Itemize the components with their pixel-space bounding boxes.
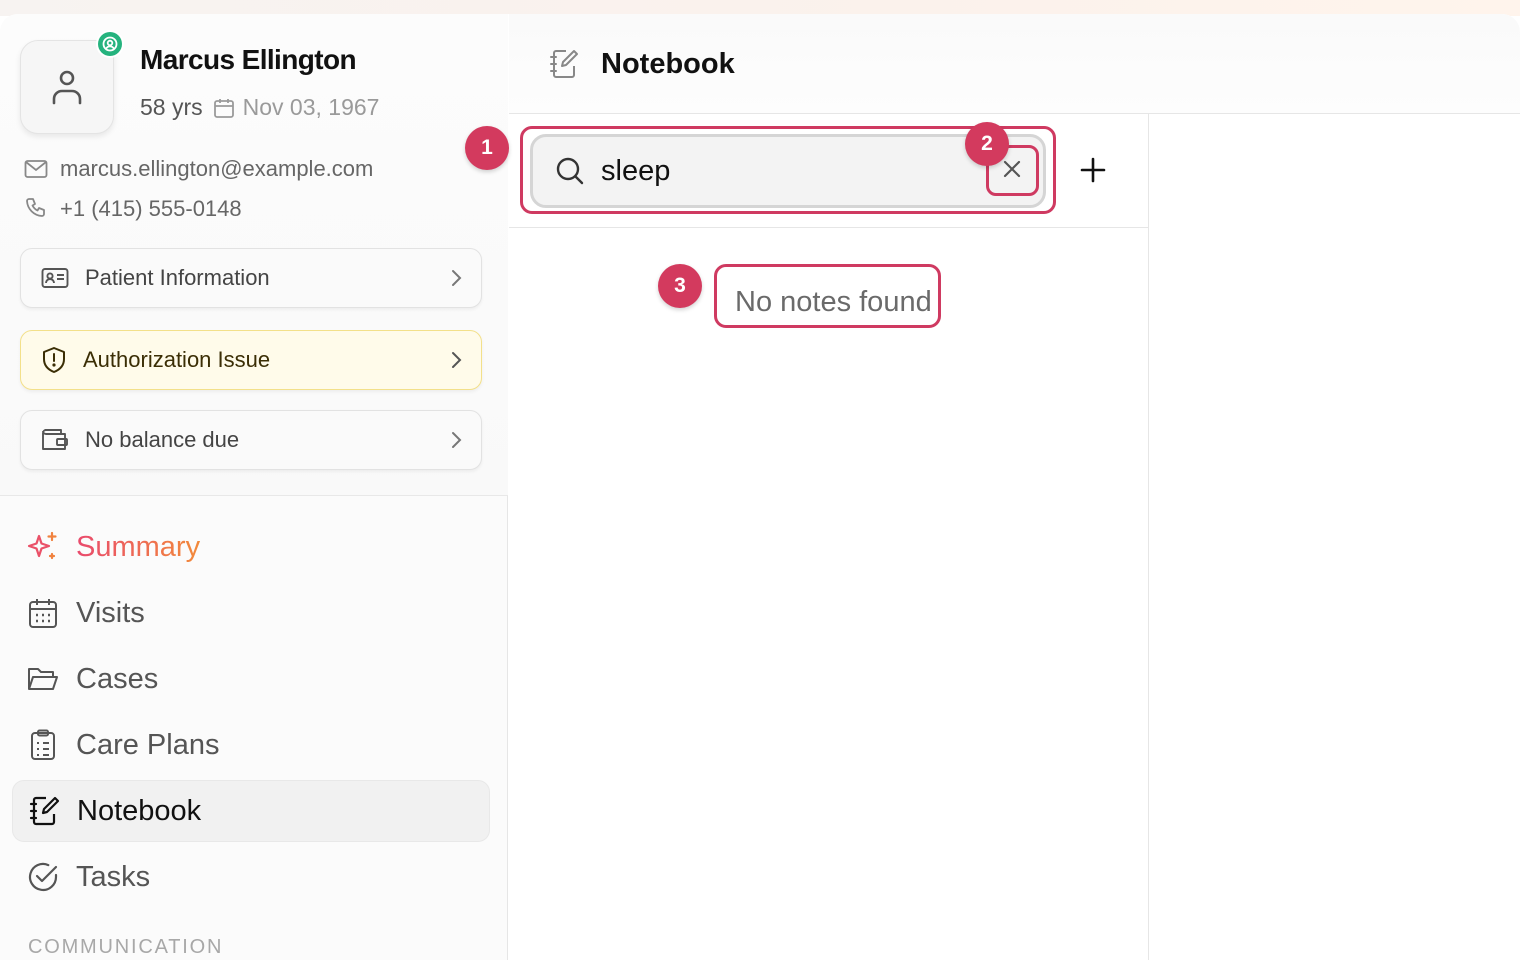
annotation-marker-1: 1 — [465, 126, 509, 170]
authorization-issue-label: Authorization Issue — [83, 347, 271, 372]
patient-dob: Nov 03, 1967 — [242, 94, 380, 120]
mail-icon — [24, 160, 48, 178]
chevron-right-icon — [452, 270, 462, 286]
patient-profile: Marcus Ellington 58 yrs Nov 03, 1967 mar… — [0, 14, 508, 496]
close-icon — [1003, 160, 1021, 178]
sparkles-icon — [27, 531, 57, 560]
empty-state-text: No notes found — [735, 286, 932, 318]
user-icon — [52, 70, 82, 105]
nav-cases-label: Cases — [76, 662, 159, 695]
clipboard-list-icon — [31, 729, 55, 760]
calendar-icon — [213, 98, 234, 118]
status-badge — [96, 30, 124, 58]
balance-label: No balance due — [85, 427, 240, 452]
nav-care-plans[interactable]: Care Plans — [12, 714, 490, 776]
search-value[interactable]: sleep — [601, 155, 670, 188]
email-text: marcus.ellington@example.com — [60, 156, 374, 181]
nav-summary-label: Summary — [76, 530, 201, 563]
annotation-marker-2: 2 — [965, 122, 1009, 166]
nav-care-plans-label: Care Plans — [76, 728, 220, 761]
calendar-grid-icon — [29, 599, 57, 628]
section-communication-heading: COMMUNICATION — [28, 936, 224, 958]
phone-icon — [26, 198, 45, 217]
notebook-pen-icon — [29, 796, 60, 826]
app-window: Marcus Ellington 58 yrs Nov 03, 1967 mar… — [0, 14, 1520, 960]
nav-notebook[interactable]: Notebook — [12, 780, 490, 842]
id-card-icon — [41, 268, 69, 288]
nav-visits-label: Visits — [76, 596, 145, 629]
chevron-right-icon — [452, 352, 462, 368]
nav-tasks-label: Tasks — [76, 860, 151, 893]
chevron-right-icon — [452, 432, 462, 448]
wallet-icon — [42, 429, 68, 450]
patient-sidebar: Marcus Ellington 58 yrs Nov 03, 1967 mar… — [0, 14, 508, 960]
notebook-icon — [550, 50, 578, 78]
nav-visits[interactable]: Visits — [12, 582, 490, 644]
notes-list-pane: sleep No notes found — [509, 114, 1149, 960]
nav-cases[interactable]: Cases — [12, 648, 490, 710]
plus-icon — [1080, 157, 1106, 183]
annotation-marker-3: 3 — [658, 264, 702, 308]
nav-notebook-label: Notebook — [77, 794, 202, 827]
balance-card[interactable]: No balance due — [20, 410, 482, 470]
phone-text: +1 (415) 555-0148 — [60, 196, 242, 221]
patient-age: 58 yrs — [140, 94, 203, 120]
search-icon — [556, 157, 584, 185]
patient-name: Marcus Ellington — [140, 44, 357, 75]
patient-phone[interactable]: +1 (415) 555-0148 — [24, 196, 242, 222]
add-note-button[interactable] — [1075, 152, 1111, 188]
patient-information-card[interactable]: Patient Information — [20, 248, 482, 308]
authorization-issue-card[interactable]: Authorization Issue — [20, 330, 482, 390]
page-title: Notebook — [601, 48, 735, 80]
nav-tasks[interactable]: Tasks — [12, 846, 490, 908]
user-circle-icon — [102, 36, 118, 52]
search-row: sleep — [509, 114, 1149, 228]
patient-email[interactable]: marcus.ellington@example.com — [24, 156, 373, 182]
folder-open-icon — [28, 668, 58, 690]
patient-information-label: Patient Information — [85, 265, 270, 290]
notebook-main: Notebook sleep No notes found — [509, 14, 1520, 960]
shield-alert-icon — [43, 347, 65, 373]
nav-summary[interactable]: Summary — [12, 516, 490, 578]
check-circle-icon — [28, 862, 58, 892]
patient-meta: 58 yrs Nov 03, 1967 — [140, 94, 379, 121]
main-header: Notebook — [509, 14, 1520, 114]
